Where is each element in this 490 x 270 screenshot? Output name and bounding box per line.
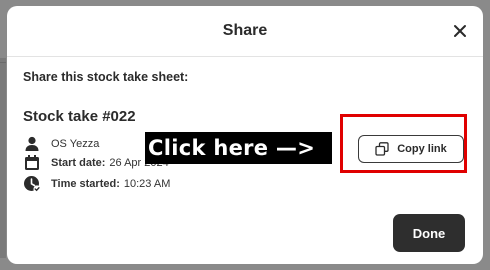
dialog-title: Share [222, 22, 268, 39]
close-button[interactable] [449, 20, 471, 42]
backdrop-edge [0, 58, 6, 258]
click-here-callout: Click here —> [145, 132, 332, 164]
share-intro-text: Share this stock take sheet: [23, 70, 189, 84]
copy-link-highlight-box [340, 114, 467, 173]
done-button[interactable]: Done [393, 214, 465, 252]
start-date-label: Start date: [51, 157, 106, 169]
owner-name: OS Yezza [51, 138, 100, 150]
close-icon [454, 25, 466, 37]
stock-take-name: Stock take #022 [23, 108, 136, 125]
time-started-label: Time started: [51, 178, 120, 190]
owner-row: OS Yezza [23, 135, 99, 153]
dialog-header: Share [7, 6, 483, 57]
time-started-value: 10:23 AM [123, 178, 171, 190]
clock-check-icon [24, 176, 41, 193]
user-icon [25, 136, 39, 151]
time-started-row: Time started: 10:23 AM [23, 175, 170, 193]
backdrop-divider [0, 62, 6, 63]
calendar-icon [25, 155, 39, 170]
